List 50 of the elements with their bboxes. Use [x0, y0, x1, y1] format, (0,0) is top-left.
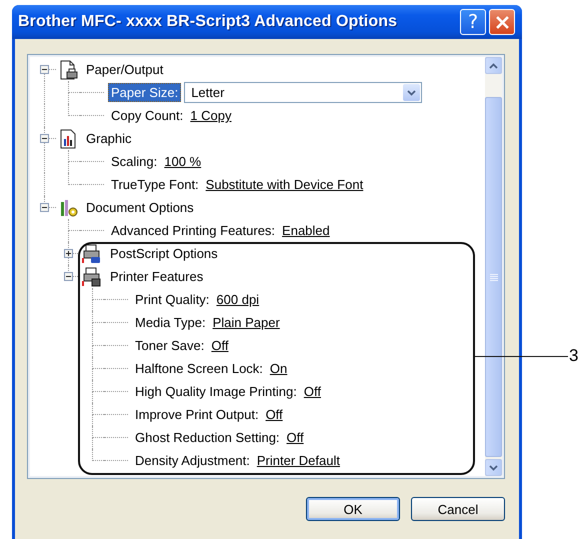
scroll-down-icon[interactable] — [489, 464, 498, 470]
close-icon — [496, 16, 508, 28]
window-title: Brother MFC- xxxx BR-Script3 Advanced Options — [18, 13, 398, 31]
setting-label[interactable]: Density Adjustment: — [132, 451, 253, 470]
tree-item[interactable]: Document Options — [84, 200, 196, 215]
setting-label[interactable]: Scaling: — [108, 152, 160, 171]
setting-label[interactable]: Print Quality: — [132, 290, 212, 309]
setting-label[interactable]: High Quality Image Printing: — [132, 382, 300, 401]
tree-item[interactable]: Paper/Output — [84, 62, 166, 77]
collapse-icon[interactable] — [40, 203, 49, 212]
setting-label[interactable]: Ghost Reduction Setting: — [132, 428, 283, 447]
setting-label[interactable]: Media Type: — [132, 313, 209, 332]
collapse-icon[interactable] — [40, 134, 49, 143]
chart-icon — [58, 128, 78, 148]
setting-value-link[interactable]: Substitute with Device Font — [206, 177, 364, 192]
setting-value-link[interactable]: Off — [304, 384, 321, 399]
setting-value-link[interactable]: Off — [211, 338, 228, 353]
callout-number: 3 — [569, 346, 578, 366]
collapse-icon[interactable] — [64, 272, 73, 281]
tools-icon — [58, 198, 78, 218]
setting-value-link[interactable]: Enabled — [282, 223, 330, 238]
scroll-up-icon[interactable] — [489, 62, 498, 68]
tree-item[interactable]: Graphic — [84, 131, 134, 146]
setting-value-link[interactable]: On — [270, 361, 288, 376]
setting-label[interactable]: TrueType Font: — [108, 175, 202, 194]
collapse-icon[interactable] — [40, 65, 49, 74]
setting-value-link[interactable]: 1 Copy — [190, 108, 232, 123]
printer-icon — [82, 244, 102, 264]
setting-label[interactable]: Improve Print Output: — [132, 405, 262, 424]
tree-item[interactable]: PostScript Options — [108, 246, 220, 261]
setting-value-link[interactable]: Off — [286, 430, 304, 445]
setting-value-link[interactable]: Printer Default — [256, 453, 340, 468]
cancel-button[interactable]: Cancel — [411, 497, 505, 521]
setting-value-link[interactable]: Off — [266, 407, 283, 422]
paper-size-dropdown[interactable]: Letter — [184, 82, 422, 103]
tree-item[interactable]: Printer Features — [108, 269, 206, 284]
help-button[interactable]: ? — [460, 9, 486, 35]
expand-icon[interactable] — [64, 249, 73, 258]
close-button[interactable] — [489, 9, 515, 35]
page-icon — [58, 60, 78, 80]
scrollbar[interactable] — [485, 57, 502, 476]
setting-label[interactable]: Toner Save: — [132, 336, 208, 355]
setting-label[interactable]: Halftone Screen Lock: — [132, 359, 266, 378]
setting-label[interactable]: Paper Size: — [108, 83, 182, 102]
setting-value-link[interactable]: 100 % — [164, 154, 202, 169]
setting-label[interactable]: Advanced Printing Features: — [108, 221, 278, 240]
setting-value-link[interactable]: Plain Paper — [212, 315, 280, 330]
setting-value-link[interactable]: 600 dpi — [216, 292, 260, 307]
setting-label[interactable]: Copy Count: — [108, 106, 186, 125]
ok-button[interactable]: OK — [306, 497, 400, 521]
